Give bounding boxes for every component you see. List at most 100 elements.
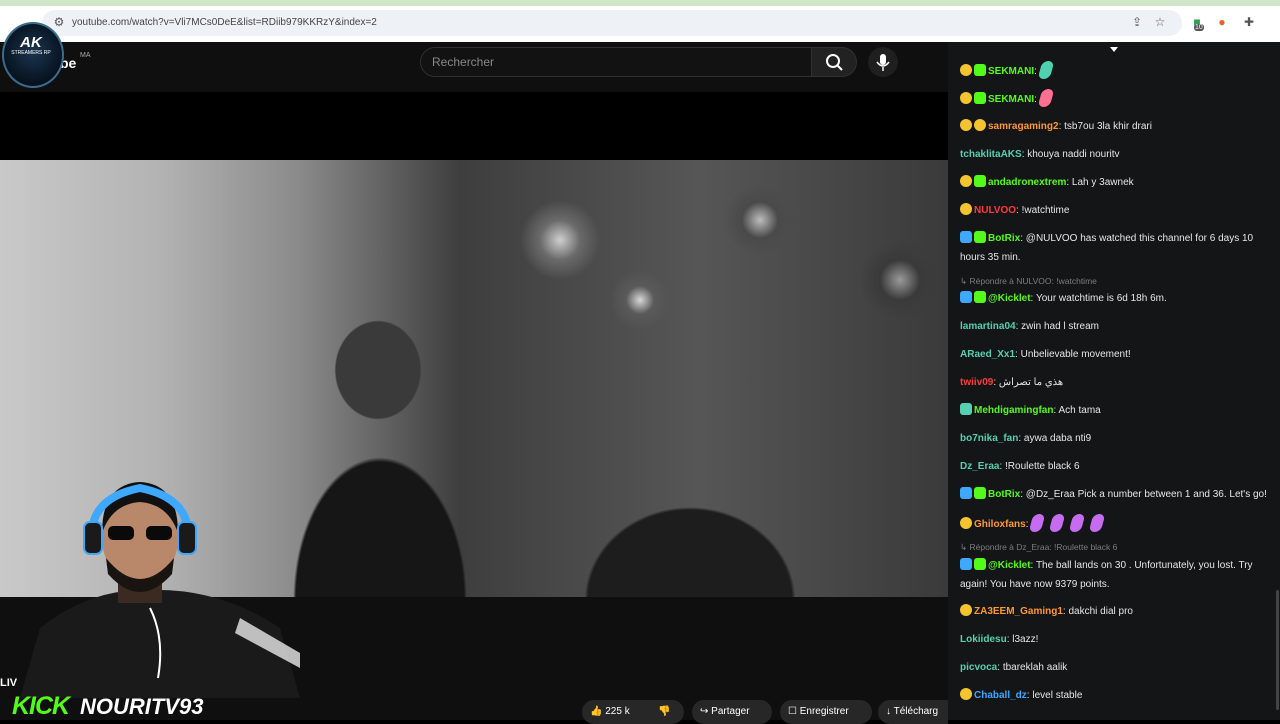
chat-message-text: level stable <box>1032 690 1083 701</box>
download-label: Télécharg <box>893 706 939 717</box>
chat-message: andadronextrem: Lah y 3awnek <box>960 173 1268 192</box>
chat-reply-context: ↳ Répondre à NULVOO: !watchtime <box>960 276 1097 286</box>
chat-collapse-icon[interactable] <box>1110 47 1118 52</box>
chat-username[interactable]: BotRix <box>988 489 1020 500</box>
extension-avast-icon[interactable]: ● <box>1215 15 1229 29</box>
chat-badge-icon[interactable] <box>960 558 972 570</box>
chat-message: samragaming2: tsb7ou 3la khir drari <box>960 117 1268 136</box>
chat-badge-icon[interactable] <box>960 291 972 303</box>
chat-badge-icon[interactable] <box>974 231 986 243</box>
search-placeholder: Rechercher <box>432 55 495 69</box>
chat-badge-icon[interactable] <box>974 558 986 570</box>
chat-message-text: !Roulette black 6 <box>1005 461 1080 472</box>
chat-username[interactable]: bo7nika_fan <box>960 433 1018 444</box>
chat-username[interactable]: BotRix <box>988 233 1020 244</box>
chat-badge-icon[interactable] <box>974 487 986 499</box>
microphone-icon <box>876 54 890 71</box>
chat-badge-icon[interactable] <box>974 291 986 303</box>
site-info-icon[interactable]: ⚙ <box>52 15 66 29</box>
extension-badge: 10 <box>1194 24 1204 31</box>
chat-emote[interactable] <box>1068 514 1086 532</box>
chat-message-text: dakchi dial pro <box>1068 606 1133 617</box>
chat-badge-icon[interactable] <box>960 688 972 700</box>
chat-username[interactable]: SEKMANI <box>988 66 1034 77</box>
chat-message-text: tbareklah aalik <box>1002 662 1068 673</box>
like-count: 225 k <box>605 706 630 717</box>
save-label: Enregistrer <box>799 706 849 717</box>
chat-username[interactable]: Mehdigamingfan <box>974 405 1053 416</box>
chat-username[interactable]: Lokiidesu <box>960 634 1007 645</box>
chat-badge-icon[interactable] <box>974 64 986 76</box>
voice-search-button[interactable] <box>868 47 898 77</box>
chat-username[interactable]: ZA3EEM_Gaming1 <box>974 606 1063 617</box>
chat-message: @Kicklet: Your watchtime is 6d 18h 6m. <box>960 289 1268 308</box>
chat-badge-icon[interactable] <box>960 175 972 187</box>
chat-badge-icon[interactable] <box>974 175 986 187</box>
chat-username[interactable]: lamartina04 <box>960 321 1016 332</box>
chat-message-text: khouya naddi nouritv <box>1027 149 1120 160</box>
chat-message: SEKMANI: <box>960 89 1268 109</box>
chat-badge-icon[interactable] <box>960 403 972 415</box>
chat-username[interactable]: NULVOO <box>974 205 1016 216</box>
chat-message: @Kicklet: The ball lands on 30 . Unfortu… <box>960 556 1268 594</box>
chat-badge-icon[interactable] <box>960 604 972 616</box>
chat-scrollbar[interactable] <box>1276 590 1279 710</box>
chat-username[interactable]: tchaklitaAKS <box>960 149 1022 160</box>
chat-badge-icon[interactable] <box>960 487 972 499</box>
chat-emote[interactable] <box>1037 61 1055 79</box>
chat-username[interactable]: andadronextrem <box>988 177 1066 188</box>
chat-message: SEKMANI: <box>960 61 1268 81</box>
chat-username[interactable]: Dz_Eraa <box>960 461 999 472</box>
chat-message-text: Unbelievable movement! <box>1020 349 1131 360</box>
chat-username[interactable]: Chaball_dz <box>974 690 1027 701</box>
chat-message: BotRix: @Dz_Eraa Pick a number between 1… <box>960 485 1268 504</box>
chat-message-text: aywa daba nti9 <box>1023 433 1092 444</box>
chat-badge-icon[interactable] <box>960 231 972 243</box>
chat-message: picvoca: tbareklah aalik <box>960 658 1268 677</box>
share-label: Partager <box>711 706 750 717</box>
chat-username[interactable]: picvoca <box>960 662 997 673</box>
thumbs-up-icon: 👍 <box>590 706 603 717</box>
chat-badge-icon[interactable] <box>974 92 986 104</box>
chat-username[interactable]: twiiv09 <box>960 377 993 388</box>
webcam-feed <box>20 482 300 698</box>
search-button[interactable] <box>811 47 857 77</box>
chat-message-text: Your watchtime is 6d 18h 6m. <box>1035 293 1167 304</box>
chat-message: tchaklitaAKS: khouya naddi nouritv <box>960 145 1268 164</box>
chat-username[interactable]: SEKMANI <box>988 94 1034 105</box>
streamer-logo-subtext: STREAMERS RP <box>11 50 51 56</box>
chat-badge-icon[interactable] <box>960 119 972 131</box>
url-text[interactable]: youtube.com/watch?v=Vli7MCs0DeE&list=RDi… <box>72 17 377 28</box>
chat-emote[interactable] <box>1088 514 1106 532</box>
chat-message: Ghiloxfans: <box>960 514 1268 534</box>
chat-badge-icon[interactable] <box>960 203 972 215</box>
chat-message: NULVOO: !watchtime <box>960 201 1268 220</box>
chat-emote[interactable] <box>1028 514 1046 532</box>
platform-logo: KICK <box>12 692 70 720</box>
chat-badge-icon[interactable] <box>960 64 972 76</box>
chat-message: bo7nika_fan: aywa daba nti9 <box>960 429 1268 448</box>
chat-message-text: @Dz_Eraa Pick a number between 1 and 36.… <box>1025 489 1267 500</box>
extensions-puzzle-icon[interactable]: ✚ <box>1242 15 1256 29</box>
chat-badge-icon[interactable] <box>960 517 972 529</box>
chat-username[interactable]: ARaed_Xx1 <box>960 349 1015 360</box>
chat-message: Mehdigamingfan: Ach tama <box>960 401 1268 420</box>
chat-message: lamartina04: zwin had l stream <box>960 317 1268 336</box>
thumbs-down-icon: 👎 <box>658 706 671 717</box>
chat-emote[interactable] <box>1037 89 1055 107</box>
search-icon <box>826 54 843 71</box>
browser-tab-strip <box>0 0 1280 6</box>
chat-badge-icon[interactable] <box>960 92 972 104</box>
chat-username[interactable]: @Kicklet <box>988 293 1031 304</box>
chat-message: Dz_Eraa: !Roulette black 6 <box>960 457 1268 476</box>
chat-username[interactable]: @Kicklet <box>988 560 1031 571</box>
chat-badge-icon[interactable] <box>974 119 986 131</box>
chat-reply-context: ↳ Répondre à Dz_Eraa: !Roulette black 6 <box>960 542 1118 552</box>
install-app-icon[interactable]: ⇪ <box>1130 15 1144 29</box>
chat-message: ARaed_Xx1: Unbelievable movement! <box>960 345 1268 364</box>
bookmark-star-icon[interactable]: ☆ <box>1153 15 1167 29</box>
chat-emote[interactable] <box>1048 514 1066 532</box>
chat-username[interactable]: samragaming2 <box>988 121 1059 132</box>
chat-username[interactable]: Ghiloxfans <box>974 519 1026 530</box>
chat-message: Chaball_dz: level stable <box>960 686 1268 705</box>
